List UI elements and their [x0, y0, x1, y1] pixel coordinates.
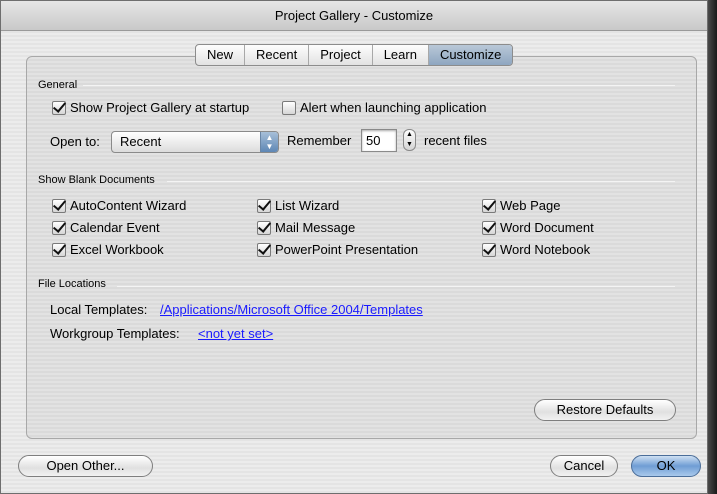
checkmark-icon [257, 220, 271, 235]
checkbox-excel-workbook[interactable]: Excel Workbook [52, 242, 164, 257]
show-gallery-label: Show Project Gallery at startup [70, 100, 250, 115]
checkbox-mail-message[interactable]: Mail Message [257, 220, 355, 235]
checkmark-icon [257, 198, 271, 213]
checkmark-icon [482, 198, 496, 213]
tab-bar: New Recent Project Learn Customize [195, 44, 514, 66]
checkbox-label: Calendar Event [70, 220, 160, 235]
workgroup-templates-label: Workgroup Templates: [50, 326, 180, 341]
recent-files-label: recent files [424, 133, 487, 148]
checkmark-icon [52, 100, 66, 115]
alert-launching-checkbox[interactable]: Alert when launching application [282, 100, 486, 115]
background-desktop [708, 0, 717, 494]
local-templates-link[interactable]: /Applications/Microsoft Office 2004/Temp… [160, 302, 423, 317]
file-locations-heading: File Locations [38, 278, 106, 290]
blank-docs-heading: Show Blank Documents [38, 174, 155, 186]
checkbox-label: Mail Message [275, 220, 356, 235]
open-to-label: Open to: [50, 134, 100, 149]
checkbox-label: AutoContent Wizard [70, 198, 187, 213]
local-templates-label: Local Templates: [50, 302, 148, 317]
open-to-value: Recent [120, 134, 162, 149]
tab-customize[interactable]: Customize [428, 45, 513, 65]
window-title: Project Gallery - Customize [1, 1, 707, 31]
general-separator [83, 85, 675, 86]
checkbox-label: Word Notebook [500, 242, 591, 257]
remember-count-field[interactable]: 50 [361, 129, 397, 152]
checkbox-powerpoint-presentation[interactable]: PowerPoint Presentation [257, 242, 418, 257]
file-locations-separator [117, 286, 675, 287]
checkmark-icon [482, 220, 496, 235]
open-other-button[interactable]: Open Other... [18, 455, 153, 477]
tab-project[interactable]: Project [309, 45, 373, 65]
dialog-window: Project Gallery - Customize New Recent P… [0, 0, 708, 494]
checkbox-calendar-event[interactable]: Calendar Event [52, 220, 160, 235]
checkbox-label: Excel Workbook [70, 242, 164, 257]
checkbox-word-document[interactable]: Word Document [482, 220, 594, 235]
general-heading: General [38, 79, 78, 91]
checkbox-web-page[interactable]: Web Page [482, 198, 560, 213]
cancel-button[interactable]: Cancel [550, 455, 618, 477]
tab-recent[interactable]: Recent [245, 45, 310, 65]
checkbox-label: Word Document [500, 220, 594, 235]
blank-docs-separator [167, 181, 675, 182]
checkbox-autocontent-wizard[interactable]: AutoContent Wizard [52, 198, 186, 213]
open-to-popup[interactable]: Recent ▲ ▼ [111, 131, 279, 153]
checkbox-list-wizard[interactable]: List Wizard [257, 198, 339, 213]
checkbox-empty-icon [282, 100, 296, 115]
ok-button[interactable]: OK [631, 455, 701, 477]
stepper-icon[interactable]: ▲ ▼ [403, 129, 416, 151]
checkbox-label: PowerPoint Presentation [275, 242, 419, 257]
remember-label: Remember [287, 133, 352, 148]
tab-learn[interactable]: Learn [373, 45, 429, 65]
checkbox-word-notebook[interactable]: Word Notebook [482, 242, 590, 257]
tab-new[interactable]: New [196, 45, 246, 65]
checkmark-icon [52, 220, 66, 235]
restore-defaults-button[interactable]: Restore Defaults [534, 399, 676, 421]
checkbox-label: List Wizard [275, 198, 340, 213]
workgroup-templates-link[interactable]: <not yet set> [198, 326, 273, 341]
checkbox-label: Web Page [500, 198, 561, 213]
checkmark-icon [257, 242, 271, 257]
checkmark-icon [482, 242, 496, 257]
checkmark-icon [52, 198, 66, 213]
show-gallery-checkbox[interactable]: Show Project Gallery at startup [52, 100, 249, 115]
checkmark-icon [52, 242, 66, 257]
alert-launching-label: Alert when launching application [300, 100, 487, 115]
updown-arrows-icon: ▲ ▼ [260, 132, 278, 152]
